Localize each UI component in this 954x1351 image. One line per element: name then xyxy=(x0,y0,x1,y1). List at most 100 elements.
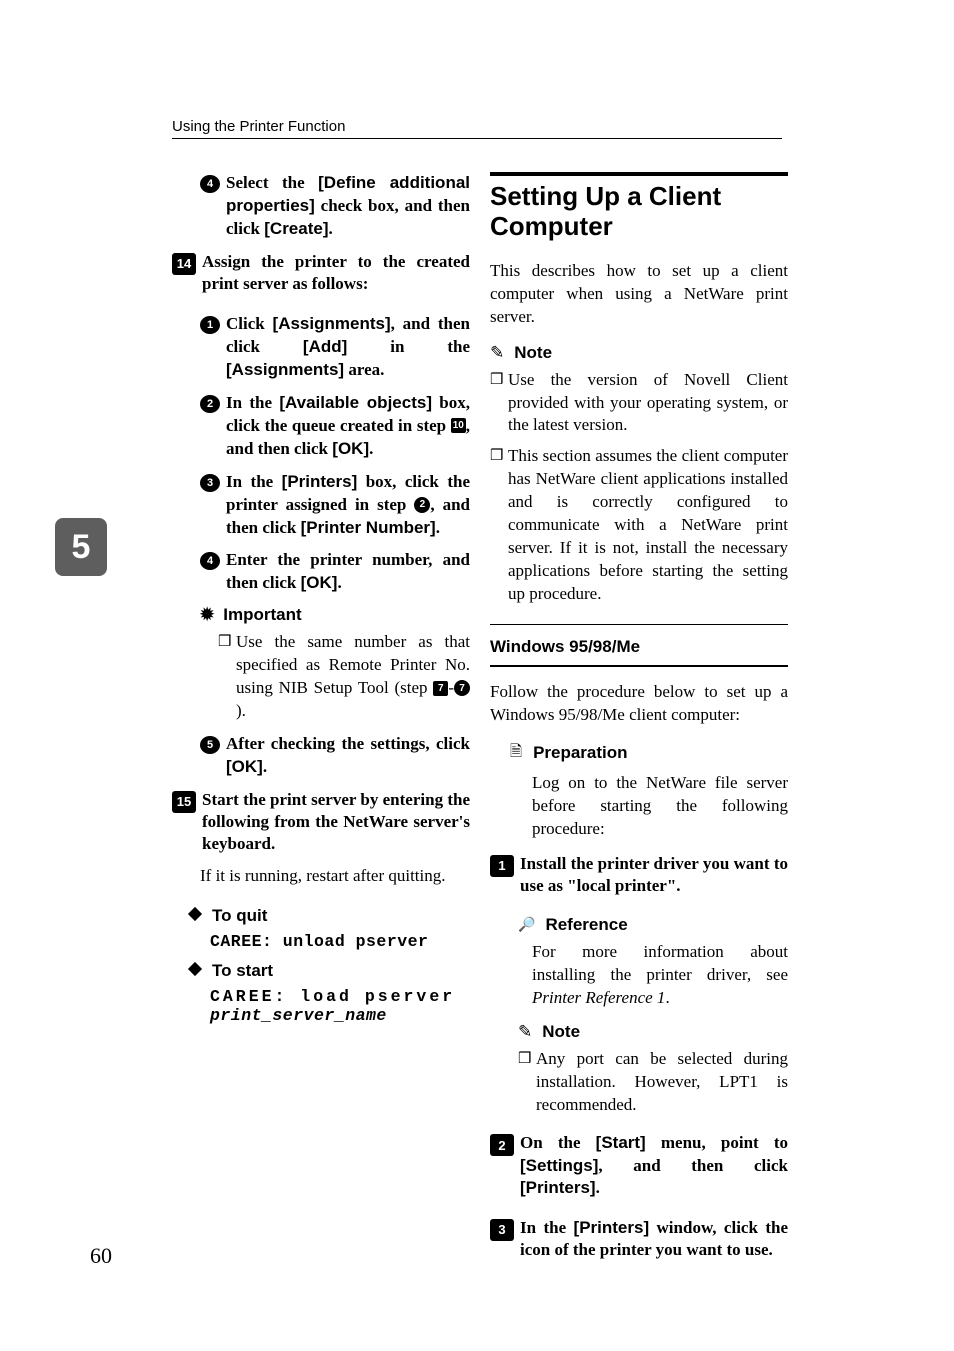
ui-label: [Add] xyxy=(303,337,347,356)
ref-title: Printer Reference 1 xyxy=(532,988,665,1007)
note-icon xyxy=(518,1022,537,1042)
t: On the xyxy=(520,1133,596,1152)
reference-heading: Reference xyxy=(518,915,788,935)
ui-label: [Printers] xyxy=(282,472,358,491)
important-label: Important xyxy=(223,605,301,625)
t: area. xyxy=(344,360,384,379)
reference-label: Reference xyxy=(545,915,627,935)
ui-label: [Start] xyxy=(596,1133,646,1152)
subheading-rules xyxy=(490,624,788,625)
step-1-text: Install the printer driver you want to u… xyxy=(514,853,788,897)
t: . xyxy=(665,988,669,1007)
step-15-subtext: If it is running, restart after quitting… xyxy=(200,865,470,888)
note-2-text: This section assumes the client computer… xyxy=(508,445,788,606)
ui-label: [Printers] xyxy=(520,1178,596,1197)
to-start-label: To start xyxy=(212,961,273,980)
important-body: Use the same number as that specified as… xyxy=(236,631,470,723)
t: Click xyxy=(226,314,273,333)
note-heading: Note xyxy=(490,343,788,363)
step-2-text: On the [Start] menu, point to [Settings]… xyxy=(514,1132,788,1198)
step-14: 14 Assign the printer to the created pri… xyxy=(172,251,470,295)
step-badge-15: 15 xyxy=(172,791,196,813)
circle-4-icon: 4 xyxy=(200,175,220,193)
t: , and then click xyxy=(598,1156,788,1175)
note-1-text: Use the version of Novell Client provide… xyxy=(508,369,788,438)
step-14-text: Assign the printer to the created print … xyxy=(196,251,470,295)
substep-14-2: 2 In the [Available objects] box, click … xyxy=(200,392,470,461)
cmd-line-1: CAREE: load pserver xyxy=(210,987,455,1006)
step-badge-1: 1 xyxy=(490,855,514,877)
reference-icon xyxy=(518,916,540,934)
to-quit-heading: To quit xyxy=(190,906,470,926)
step-2: 2 On the [Start] menu, point to [Setting… xyxy=(490,1132,788,1198)
preparation-body: Log on to the NetWare file server before… xyxy=(532,772,788,841)
page-number: 60 xyxy=(90,1243,112,1269)
ui-label: [OK] xyxy=(332,439,369,458)
circle-4-icon: 4 xyxy=(200,552,220,570)
note-label: Note xyxy=(514,343,552,363)
step-badge-14: 14 xyxy=(172,253,196,275)
ui-label: [Printer Number] xyxy=(301,518,436,537)
bullet-icon: ❒ xyxy=(490,369,508,438)
preparation-icon xyxy=(510,741,528,766)
circle-3-icon: 3 xyxy=(200,474,220,492)
circle-ref-7-icon: 7 xyxy=(454,680,470,696)
t: . xyxy=(436,518,440,537)
header-rule xyxy=(172,138,782,139)
bullet-icon: ❒ xyxy=(490,445,508,606)
substep-14-5: 5 After checking the settings, click [OK… xyxy=(200,733,470,779)
t: In the xyxy=(226,472,282,491)
note-item-2: ❒ This section assumes the client comput… xyxy=(490,445,788,606)
step-1: 1 Install the printer driver you want to… xyxy=(490,853,788,897)
step-15: 15 Start the print server by entering th… xyxy=(172,789,470,888)
t: menu, point to xyxy=(646,1133,788,1152)
note-item-1: ❒ Use the version of Novell Client provi… xyxy=(490,369,788,438)
step-badge-3: 3 xyxy=(490,1219,514,1241)
section-title: Setting Up a Client Computer xyxy=(490,182,788,242)
substep-14-3: 3 In the [Printers] box, click the print… xyxy=(200,471,470,540)
circle-ref-2-icon: 2 xyxy=(414,497,430,513)
intro-text: This describes how to set up a client co… xyxy=(490,260,788,329)
ui-label: [Assignments] xyxy=(226,360,344,379)
subheading-rule-bottom xyxy=(490,665,788,667)
step-15-text: Start the print server by entering the f… xyxy=(196,789,470,855)
step-badge-2: 2 xyxy=(490,1134,514,1156)
circle-2-icon: 2 xyxy=(200,395,220,413)
note-item-port: ❒ Any port can be selected during instal… xyxy=(518,1048,788,1117)
note-label: Note xyxy=(542,1022,580,1042)
start-command: CAREE: load pserver print_server_name xyxy=(210,987,470,1025)
note-heading-2: Note xyxy=(518,1022,788,1042)
step-3: 3 In the [Printers] window, click the ic… xyxy=(490,1217,788,1261)
ui-label: [Assignments] xyxy=(273,314,391,333)
step-ref-7-icon: 7 xyxy=(433,681,448,696)
t: . xyxy=(263,757,267,776)
circle-1-icon: 1 xyxy=(200,316,220,334)
t: For more information about installing th… xyxy=(532,942,788,984)
t: In the xyxy=(520,1218,574,1237)
substep-14-4: 4 Enter the printer number, and then cli… xyxy=(200,549,470,595)
t: In the xyxy=(226,393,279,412)
bullet-icon: ❒ xyxy=(218,631,236,723)
step-3-text: In the [Printers] window, click the icon… xyxy=(514,1217,788,1261)
t: in the xyxy=(347,337,470,356)
t: After checking the settings, click xyxy=(226,734,470,753)
note-port-text: Any port can be selected during installa… xyxy=(536,1048,788,1117)
preparation-heading: Preparation xyxy=(510,741,788,766)
quit-command: CAREE: unload pserver xyxy=(210,932,470,951)
t: . xyxy=(369,439,373,458)
text: . xyxy=(329,219,333,238)
left-column: 4 Select the [Define additional properti… xyxy=(172,172,470,1035)
bullet-icon: ❒ xyxy=(518,1048,536,1117)
substep-4-define-props: 4 Select the [Define additional properti… xyxy=(200,172,470,241)
right-column: Setting Up a Client Computer This descri… xyxy=(490,172,788,1279)
step-ref-10-icon: 10 xyxy=(451,418,466,433)
t: . xyxy=(337,573,341,592)
ui-label: [Available objects] xyxy=(279,393,432,412)
circle-5-icon: 5 xyxy=(200,736,220,754)
important-block: Important ❒ Use the same number as that … xyxy=(200,605,470,723)
ui-label: [OK] xyxy=(226,757,263,776)
ui-label: [Printers] xyxy=(574,1218,650,1237)
ui-label: [OK] xyxy=(301,573,338,592)
win-intro: Follow the procedure below to set up a W… xyxy=(490,681,788,727)
windows-heading: Windows 95/98/Me xyxy=(490,637,788,657)
